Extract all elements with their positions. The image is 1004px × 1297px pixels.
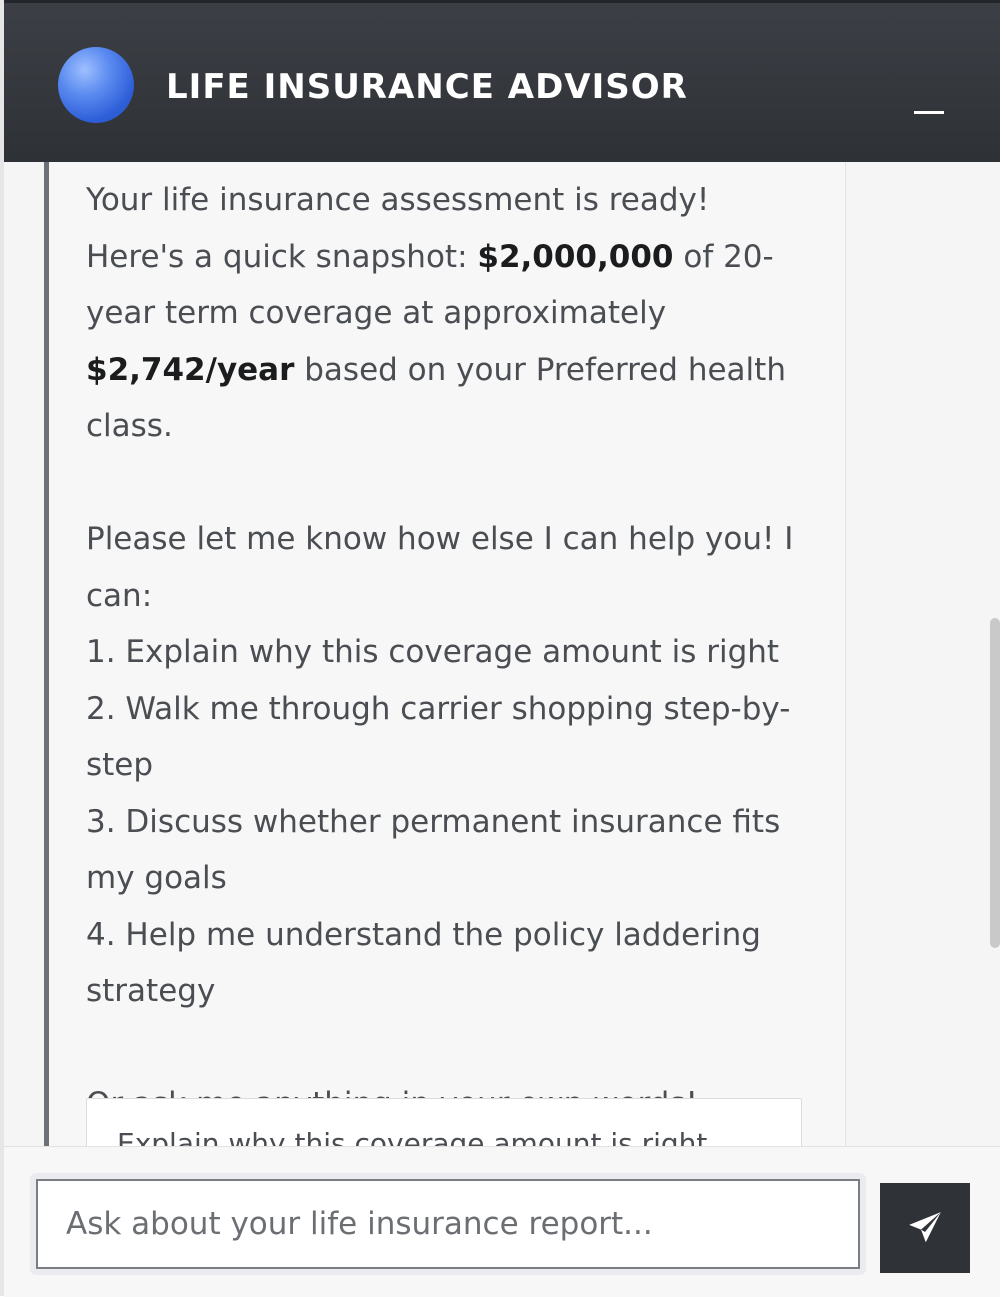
annual-cost: $2,742/year bbox=[86, 351, 295, 388]
send-button[interactable] bbox=[880, 1183, 970, 1273]
header-title: LIFE INSURANCE ADVISOR bbox=[166, 67, 688, 107]
chat-header: LIFE INSURANCE ADVISOR bbox=[4, 0, 1000, 162]
advisor-avatar bbox=[58, 47, 134, 123]
suggestion-button[interactable]: Explain why this coverage amount is righ… bbox=[86, 1098, 802, 1146]
minimize-button[interactable] bbox=[910, 91, 946, 117]
coverage-amount: $2,000,000 bbox=[477, 238, 674, 275]
chat-input[interactable] bbox=[36, 1179, 860, 1269]
chat-messages[interactable]: Your life insurance assessment is ready!… bbox=[4, 162, 1000, 1146]
help-prompt: Please let me know how else I can help y… bbox=[86, 521, 794, 614]
option-item: 2. Walk me through carrier shopping step… bbox=[86, 690, 791, 784]
option-item: 4. Help me understand the policy ladderi… bbox=[86, 916, 761, 1010]
chat-input-bar bbox=[4, 1146, 1000, 1297]
suggestion-label: Explain why this coverage amount is righ… bbox=[117, 1127, 708, 1146]
paper-plane-icon bbox=[909, 1212, 941, 1243]
assistant-message-text: Your life insurance assessment is ready!… bbox=[86, 172, 816, 1133]
input-focus-ring bbox=[30, 1173, 866, 1275]
option-item: 1. Explain why this coverage amount is r… bbox=[86, 634, 780, 670]
option-item: 3. Discuss whether permanent insurance f… bbox=[86, 803, 781, 897]
assessment-summary: Your life insurance assessment is ready!… bbox=[86, 172, 816, 455]
scrollbar-thumb[interactable] bbox=[990, 618, 1000, 948]
